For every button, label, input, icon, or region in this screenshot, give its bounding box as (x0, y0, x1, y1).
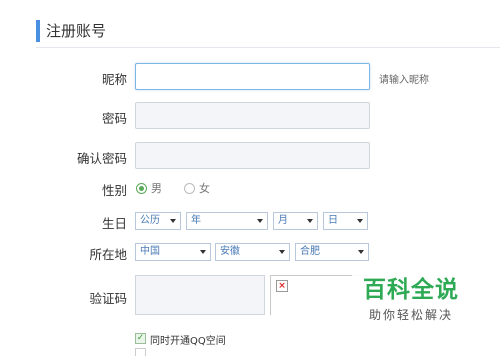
chevron-down-icon (257, 219, 263, 223)
country-select[interactable]: 中国 (135, 243, 211, 261)
birth-year-value: 年 (191, 215, 201, 226)
chevron-down-icon (200, 250, 206, 254)
birth-year-select[interactable]: 年 (186, 212, 268, 230)
qzone-label: 同时开通QQ空间 (150, 336, 226, 347)
password-label: 密码 (101, 111, 127, 126)
location-label: 所在地 (89, 247, 127, 262)
province-select[interactable]: 安徽 (215, 243, 290, 261)
province-value: 安徽 (220, 246, 240, 257)
birth-month-value: 月 (278, 215, 288, 226)
radio-checked-icon (136, 182, 147, 194)
nickname-hint: 请输入昵称 (379, 75, 429, 86)
calendar-type-select[interactable]: 公历 (135, 212, 181, 230)
watermark-logo: 百科全说 助你轻松解决 (352, 272, 470, 330)
birth-day-value: 日 (328, 215, 338, 226)
city-select[interactable]: 合肥 (295, 243, 369, 261)
confirm-password-input[interactable] (135, 142, 370, 169)
page-title: 注册账号 (46, 22, 107, 40)
nickname-input[interactable] (135, 63, 370, 90)
gender-female-label: 女 (199, 182, 210, 195)
confirm-password-label: 确认密码 (76, 151, 127, 166)
chevron-down-icon (279, 250, 285, 254)
header-divider (36, 47, 500, 48)
chevron-down-icon (307, 219, 313, 223)
captcha-input[interactable] (135, 275, 265, 315)
password-input[interactable] (135, 102, 370, 129)
gender-female-radio[interactable]: 女 (184, 180, 210, 196)
birth-month-select[interactable]: 月 (273, 212, 318, 230)
birth-day-select[interactable]: 日 (323, 212, 368, 230)
country-value: 中国 (140, 246, 160, 257)
broken-image-icon: × (276, 280, 288, 292)
captcha-label: 验证码 (89, 291, 127, 306)
gender-label: 性别 (101, 183, 127, 198)
watermark-subtitle: 助你轻松解决 (368, 308, 453, 322)
birthday-label: 生日 (101, 216, 127, 231)
qzone-checkbox[interactable]: ✓ (135, 333, 146, 344)
calendar-type-value: 公历 (140, 215, 160, 226)
gender-male-label: 男 (151, 182, 162, 195)
radio-unchecked-icon (184, 182, 195, 194)
second-checkbox[interactable] (135, 348, 146, 356)
watermark-title: 百科全说 (363, 277, 459, 303)
nickname-label: 昵称 (101, 72, 127, 87)
chevron-down-icon (358, 250, 364, 254)
chevron-down-icon (170, 219, 176, 223)
chevron-down-icon (357, 219, 363, 223)
page-header: 注册账号 (36, 20, 106, 42)
city-value: 合肥 (300, 246, 320, 257)
gender-male-radio[interactable]: 男 (136, 180, 162, 196)
